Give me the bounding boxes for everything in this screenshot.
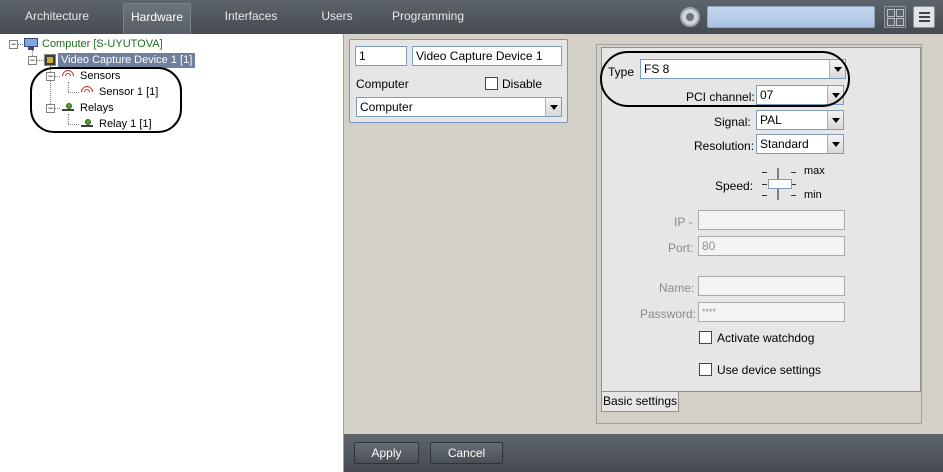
layout-grid-icon[interactable] — [884, 6, 906, 28]
device-number-field[interactable]: 1 — [355, 46, 407, 66]
footer-bar: Apply Cancel — [344, 434, 943, 472]
signal-value: PAL — [760, 113, 782, 127]
tab-architecture[interactable]: Architecture — [14, 5, 100, 29]
device-settings-area: 1 Video Capture Device 1 Computer Disabl… — [344, 34, 943, 434]
chevron-down-icon[interactable] — [545, 98, 561, 116]
tab-hardware[interactable]: Hardware — [123, 3, 191, 34]
collapse-toggle-video-capture[interactable]: − — [28, 56, 37, 65]
highlight-ellipse-settings — [600, 51, 850, 107]
speed-label: Speed: — [715, 179, 754, 193]
apply-button[interactable]: Apply — [354, 442, 419, 464]
tab-basic-settings[interactable]: Basic settings — [601, 392, 679, 412]
device-panel: 1 Video Capture Device 1 Computer Disabl… — [349, 39, 568, 123]
port-label: Port: — [668, 241, 694, 255]
collapse-toggle-computer[interactable]: − — [9, 40, 18, 49]
highlight-ellipse-tree — [30, 67, 182, 133]
disable-label: Disable — [502, 77, 543, 91]
tab-interfaces[interactable]: Interfaces — [219, 5, 283, 29]
chip-icon — [44, 54, 56, 66]
password-label: Password: — [640, 307, 697, 321]
chevron-down-icon[interactable] — [827, 135, 843, 153]
menu-icon[interactable] — [913, 6, 935, 28]
activate-watchdog-label: Activate watchdog — [717, 331, 815, 345]
computer-icon — [24, 38, 38, 50]
password-field[interactable]: **** — [698, 302, 845, 322]
chevron-down-icon[interactable] — [827, 111, 843, 129]
computer-select[interactable]: Computer — [356, 97, 562, 117]
tab-users[interactable]: Users — [315, 5, 359, 29]
ip-field[interactable] — [698, 210, 845, 230]
cancel-button[interactable]: Cancel — [430, 442, 503, 464]
computer-select-value: Computer — [360, 100, 413, 114]
gear-icon[interactable] — [680, 7, 700, 27]
tree-item-video-capture-device[interactable]: Video Capture Device 1 [1] — [58, 53, 196, 68]
speed-min-label: min — [804, 189, 822, 201]
resolution-label: Resolution: — [694, 139, 755, 153]
signal-label: Signal: — [714, 115, 751, 129]
device-name-field[interactable]: Video Capture Device 1 — [412, 46, 562, 66]
activate-watchdog-checkbox[interactable] — [699, 331, 712, 344]
speed-slider-thumb[interactable] — [768, 179, 792, 189]
name-label: Name: — [659, 281, 695, 295]
name-field[interactable] — [698, 276, 845, 296]
computer-label: Computer — [356, 77, 409, 91]
hardware-tree: − Computer [S-UYUTOVA] − Video Capture D… — [0, 34, 344, 472]
resolution-select[interactable]: Standard — [756, 134, 844, 154]
port-field[interactable]: 80 — [698, 236, 845, 256]
tree-item-computer[interactable]: Computer [S-UYUTOVA] — [42, 37, 163, 52]
search-input[interactable] — [707, 6, 875, 28]
speed-max-label: max — [804, 165, 825, 177]
resolution-value: Standard — [760, 137, 809, 151]
top-navigation-bar: Architecture Hardware Interfaces Users P… — [0, 0, 943, 34]
tab-programming[interactable]: Programming — [392, 5, 464, 29]
use-device-settings-checkbox[interactable] — [699, 363, 712, 376]
signal-select[interactable]: PAL — [756, 110, 844, 130]
disable-checkbox[interactable] — [485, 77, 498, 90]
ip-label: IP - — [674, 215, 693, 229]
use-device-settings-label: Use device settings — [717, 363, 822, 377]
